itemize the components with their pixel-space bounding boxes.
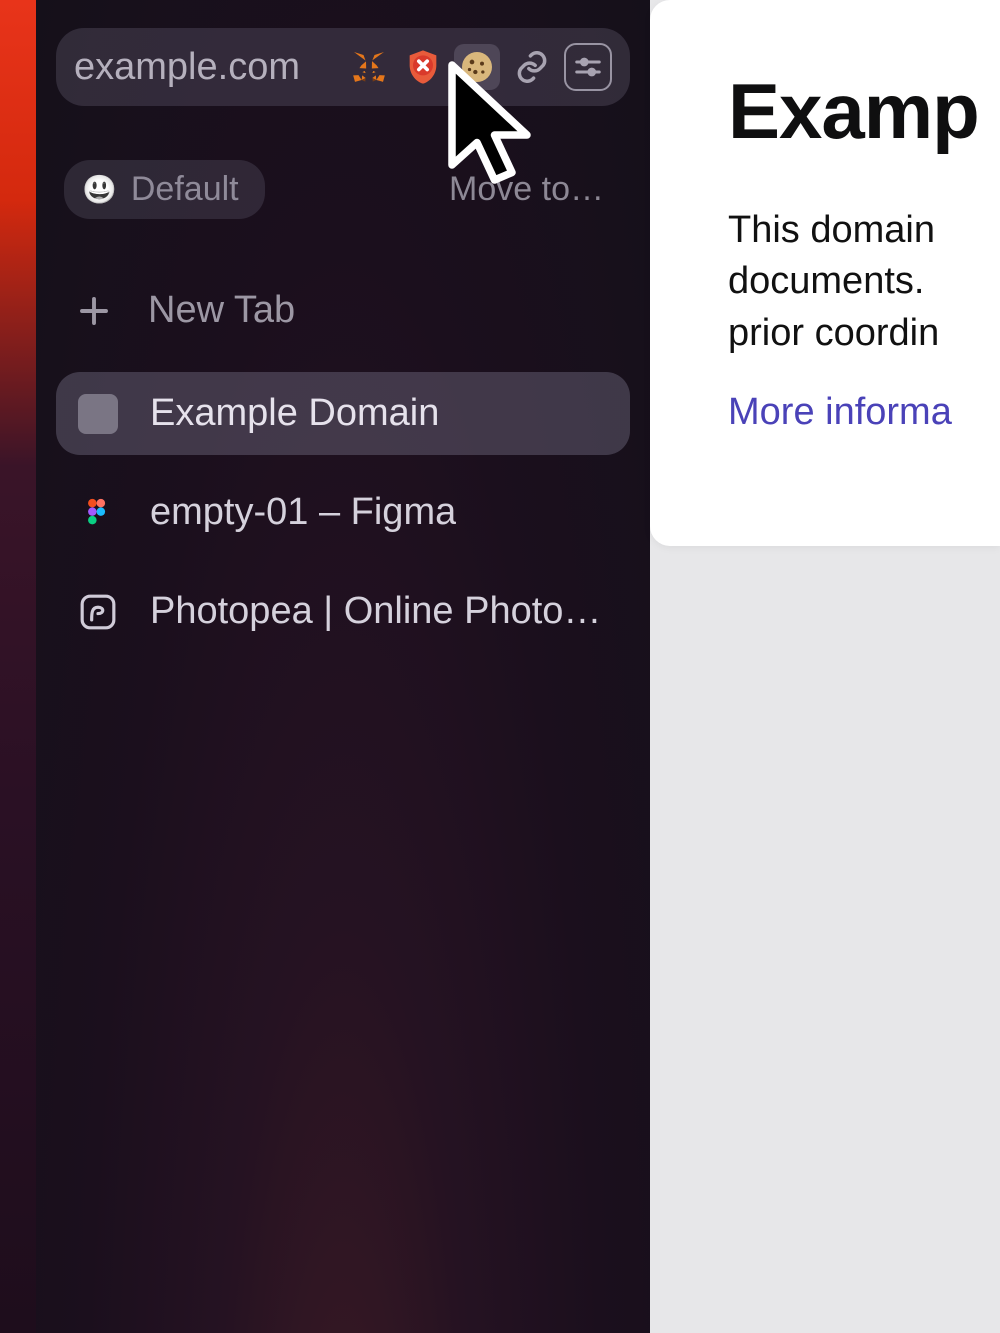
space-pill[interactable]: 😃 Default <box>64 160 265 219</box>
body-line: prior coordin <box>728 308 1000 359</box>
content-pane: Examp This domain documents. prior coord… <box>650 0 1000 1333</box>
page-title: Examp <box>728 66 1000 157</box>
new-tab-button[interactable]: New Tab <box>56 277 630 344</box>
tab-item-example-domain[interactable]: Example Domain <box>56 372 630 455</box>
space-emoji-icon: 😃 <box>82 173 117 206</box>
page-content: Examp This domain documents. prior coord… <box>650 0 1000 546</box>
tab-list: Example Domain empty-01 – Figma Photopea… <box>56 372 630 653</box>
sliders-icon[interactable] <box>564 43 612 91</box>
plus-icon <box>74 291 114 331</box>
tab-item-photopea[interactable]: Photopea | Online Photo Ed… <box>56 570 630 653</box>
body-line: This domain <box>728 205 1000 256</box>
new-tab-label: New Tab <box>148 289 295 332</box>
tab-title: empty-01 – Figma <box>150 491 456 534</box>
browser-sidebar: example.com 😃 Default Move to… New Tab <box>36 0 650 1333</box>
page-body: This domain documents. prior coordin <box>728 205 1000 359</box>
shield-x-icon[interactable] <box>400 44 446 90</box>
tab-title: Photopea | Online Photo Ed… <box>150 590 608 633</box>
favicon-photopea-icon <box>78 592 118 632</box>
move-to-button[interactable]: Move to… <box>449 170 622 209</box>
url-text[interactable]: example.com <box>74 46 338 89</box>
more-information-link[interactable]: More informa <box>728 391 952 434</box>
window-edge-strip <box>0 0 36 1333</box>
fox-icon[interactable] <box>346 44 392 90</box>
space-controls-row: 😃 Default Move to… <box>56 160 630 219</box>
favicon-figma-icon <box>78 493 118 533</box>
body-line: documents. <box>728 256 1000 307</box>
cookie-icon[interactable] <box>454 44 500 90</box>
link-icon[interactable] <box>508 43 556 91</box>
space-label: Default <box>131 170 239 209</box>
url-bar[interactable]: example.com <box>56 28 630 106</box>
tab-item-figma[interactable]: empty-01 – Figma <box>56 471 630 554</box>
favicon-blank-icon <box>78 394 118 434</box>
tab-title: Example Domain <box>150 392 439 435</box>
